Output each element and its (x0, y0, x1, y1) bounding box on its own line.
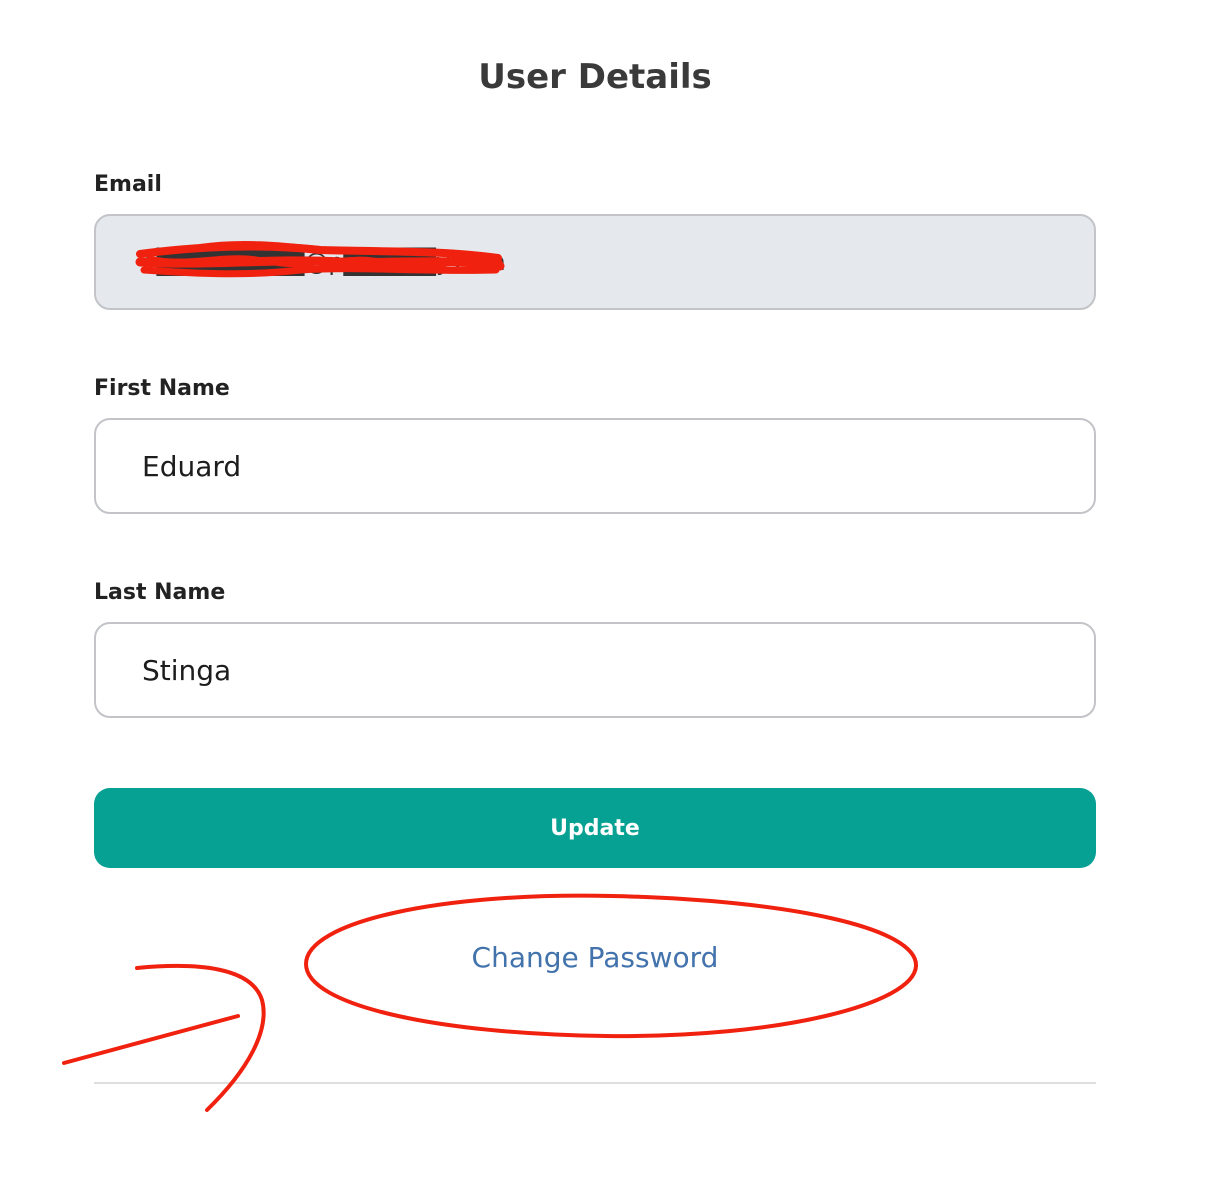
page-title: User Details (478, 57, 712, 97)
divider (94, 1082, 1096, 1084)
email-label: Email (94, 172, 162, 197)
first-name-field[interactable] (94, 418, 1096, 514)
first-name-label: First Name (94, 376, 230, 401)
update-button[interactable]: Update (94, 788, 1096, 868)
email-value: e████████@p█████y.com (142, 248, 506, 276)
change-password-link[interactable]: Change Password (340, 938, 850, 978)
last-name-field[interactable] (94, 622, 1096, 718)
last-name-label: Last Name (94, 580, 226, 605)
user-details-page: User Details Email e████████@p█████y.com… (0, 0, 1214, 1182)
arrow-annotation (62, 963, 266, 1112)
